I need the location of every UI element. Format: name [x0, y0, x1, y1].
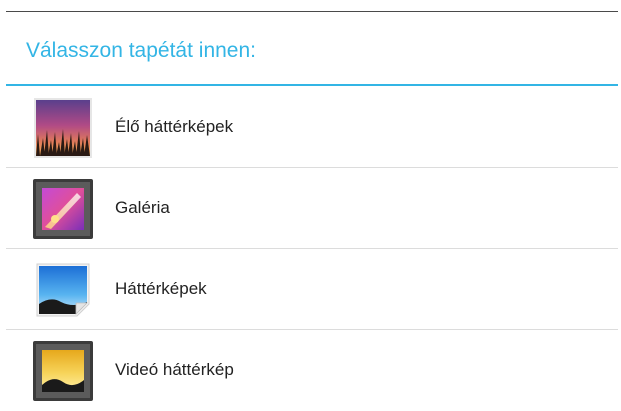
title-divider [6, 84, 618, 86]
list-item-live-wallpapers[interactable]: Élő háttérképek [6, 87, 618, 168]
video-wallpaper-icon [33, 341, 93, 401]
wallpapers-icon [36, 263, 90, 317]
list-item-label: Élő háttérképek [115, 117, 234, 136]
list-item-video-wallpaper[interactable]: Videó háttérkép [6, 330, 618, 411]
list-item-gallery[interactable]: Galéria [6, 168, 618, 249]
list-item-label: Háttérképek [115, 279, 207, 298]
wallpaper-source-list: Élő háttérképek Galéria Háttérképek Vide… [6, 87, 618, 411]
wallpaper-chooser-dialog: Válasszon tapétát innen: Élő háttérképek… [6, 12, 618, 407]
list-item-wallpapers[interactable]: Háttérképek [6, 249, 618, 330]
live-wallpaper-icon [34, 98, 92, 158]
gallery-icon [33, 179, 93, 239]
list-item-label: Videó háttérkép [115, 360, 234, 379]
screen: Válasszon tapétát innen: Élő háttérképek… [0, 0, 621, 407]
dialog-title: Válasszon tapétát innen: [26, 39, 256, 62]
list-item-label: Galéria [115, 198, 170, 217]
